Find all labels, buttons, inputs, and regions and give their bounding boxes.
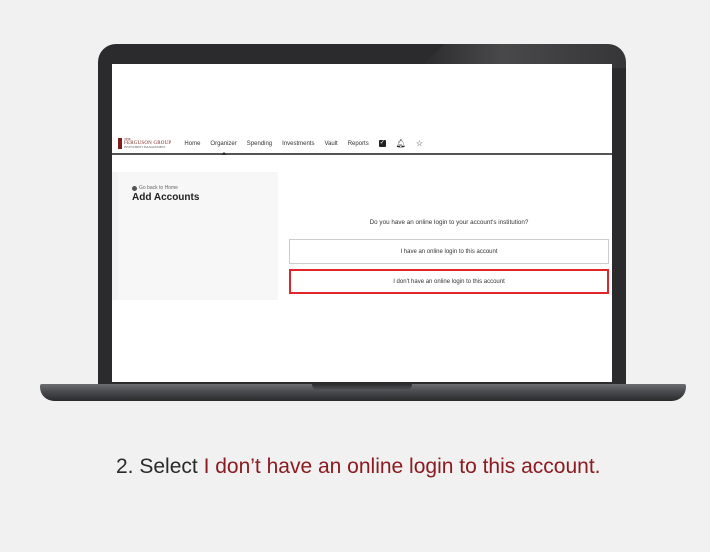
nav-item-spending[interactable]: Spending xyxy=(247,141,272,147)
has-login-option-button[interactable]: I have an online login to this account xyxy=(289,239,609,264)
checkbox-icon[interactable]: ✓ xyxy=(378,140,386,147)
no-login-option-button[interactable]: I don't have an online login to this acc… xyxy=(289,269,609,294)
bell-icon[interactable]: 🔔︎ xyxy=(396,139,406,148)
logo-mark-icon xyxy=(118,138,122,149)
no-login-option-label: I don't have an online login to this acc… xyxy=(393,278,505,285)
nav-item-investments[interactable]: Investments xyxy=(282,141,314,147)
star-icon[interactable]: ☆ xyxy=(416,139,423,148)
company-logo[interactable]: THE FERGUSON GROUP INVESTMENT MANAGEMENT xyxy=(118,137,171,150)
caption-step: 2. Select xyxy=(116,455,204,478)
nav-item-organizer[interactable]: Organizer xyxy=(210,141,237,155)
instruction-caption: 2. Select I don’t have an online login t… xyxy=(116,452,656,481)
has-login-option-label: I have an online login to this account xyxy=(400,248,498,255)
back-circle-icon xyxy=(132,185,137,191)
back-link[interactable]: Go back to Home xyxy=(132,185,178,191)
nav-item-home[interactable]: Home xyxy=(184,141,200,147)
nav-item-reports[interactable]: Reports xyxy=(348,141,369,147)
page-title: Add Accounts xyxy=(132,192,200,203)
logo-line-3: INVESTMENT MANAGEMENT xyxy=(124,145,166,150)
login-question: Do you have an online login to your acco… xyxy=(369,219,529,226)
caption-action: I don’t have an online login to this acc… xyxy=(203,455,601,478)
nav-item-vault[interactable]: Vault xyxy=(324,141,337,147)
back-link-label: Go back to Home xyxy=(139,185,178,191)
laptop-screen: THE FERGUSON GROUP INVESTMENT MANAGEMENT… xyxy=(112,64,612,382)
laptop-notch xyxy=(312,384,412,391)
app-nav-bar: THE FERGUSON GROUP INVESTMENT MANAGEMENT… xyxy=(112,134,612,155)
